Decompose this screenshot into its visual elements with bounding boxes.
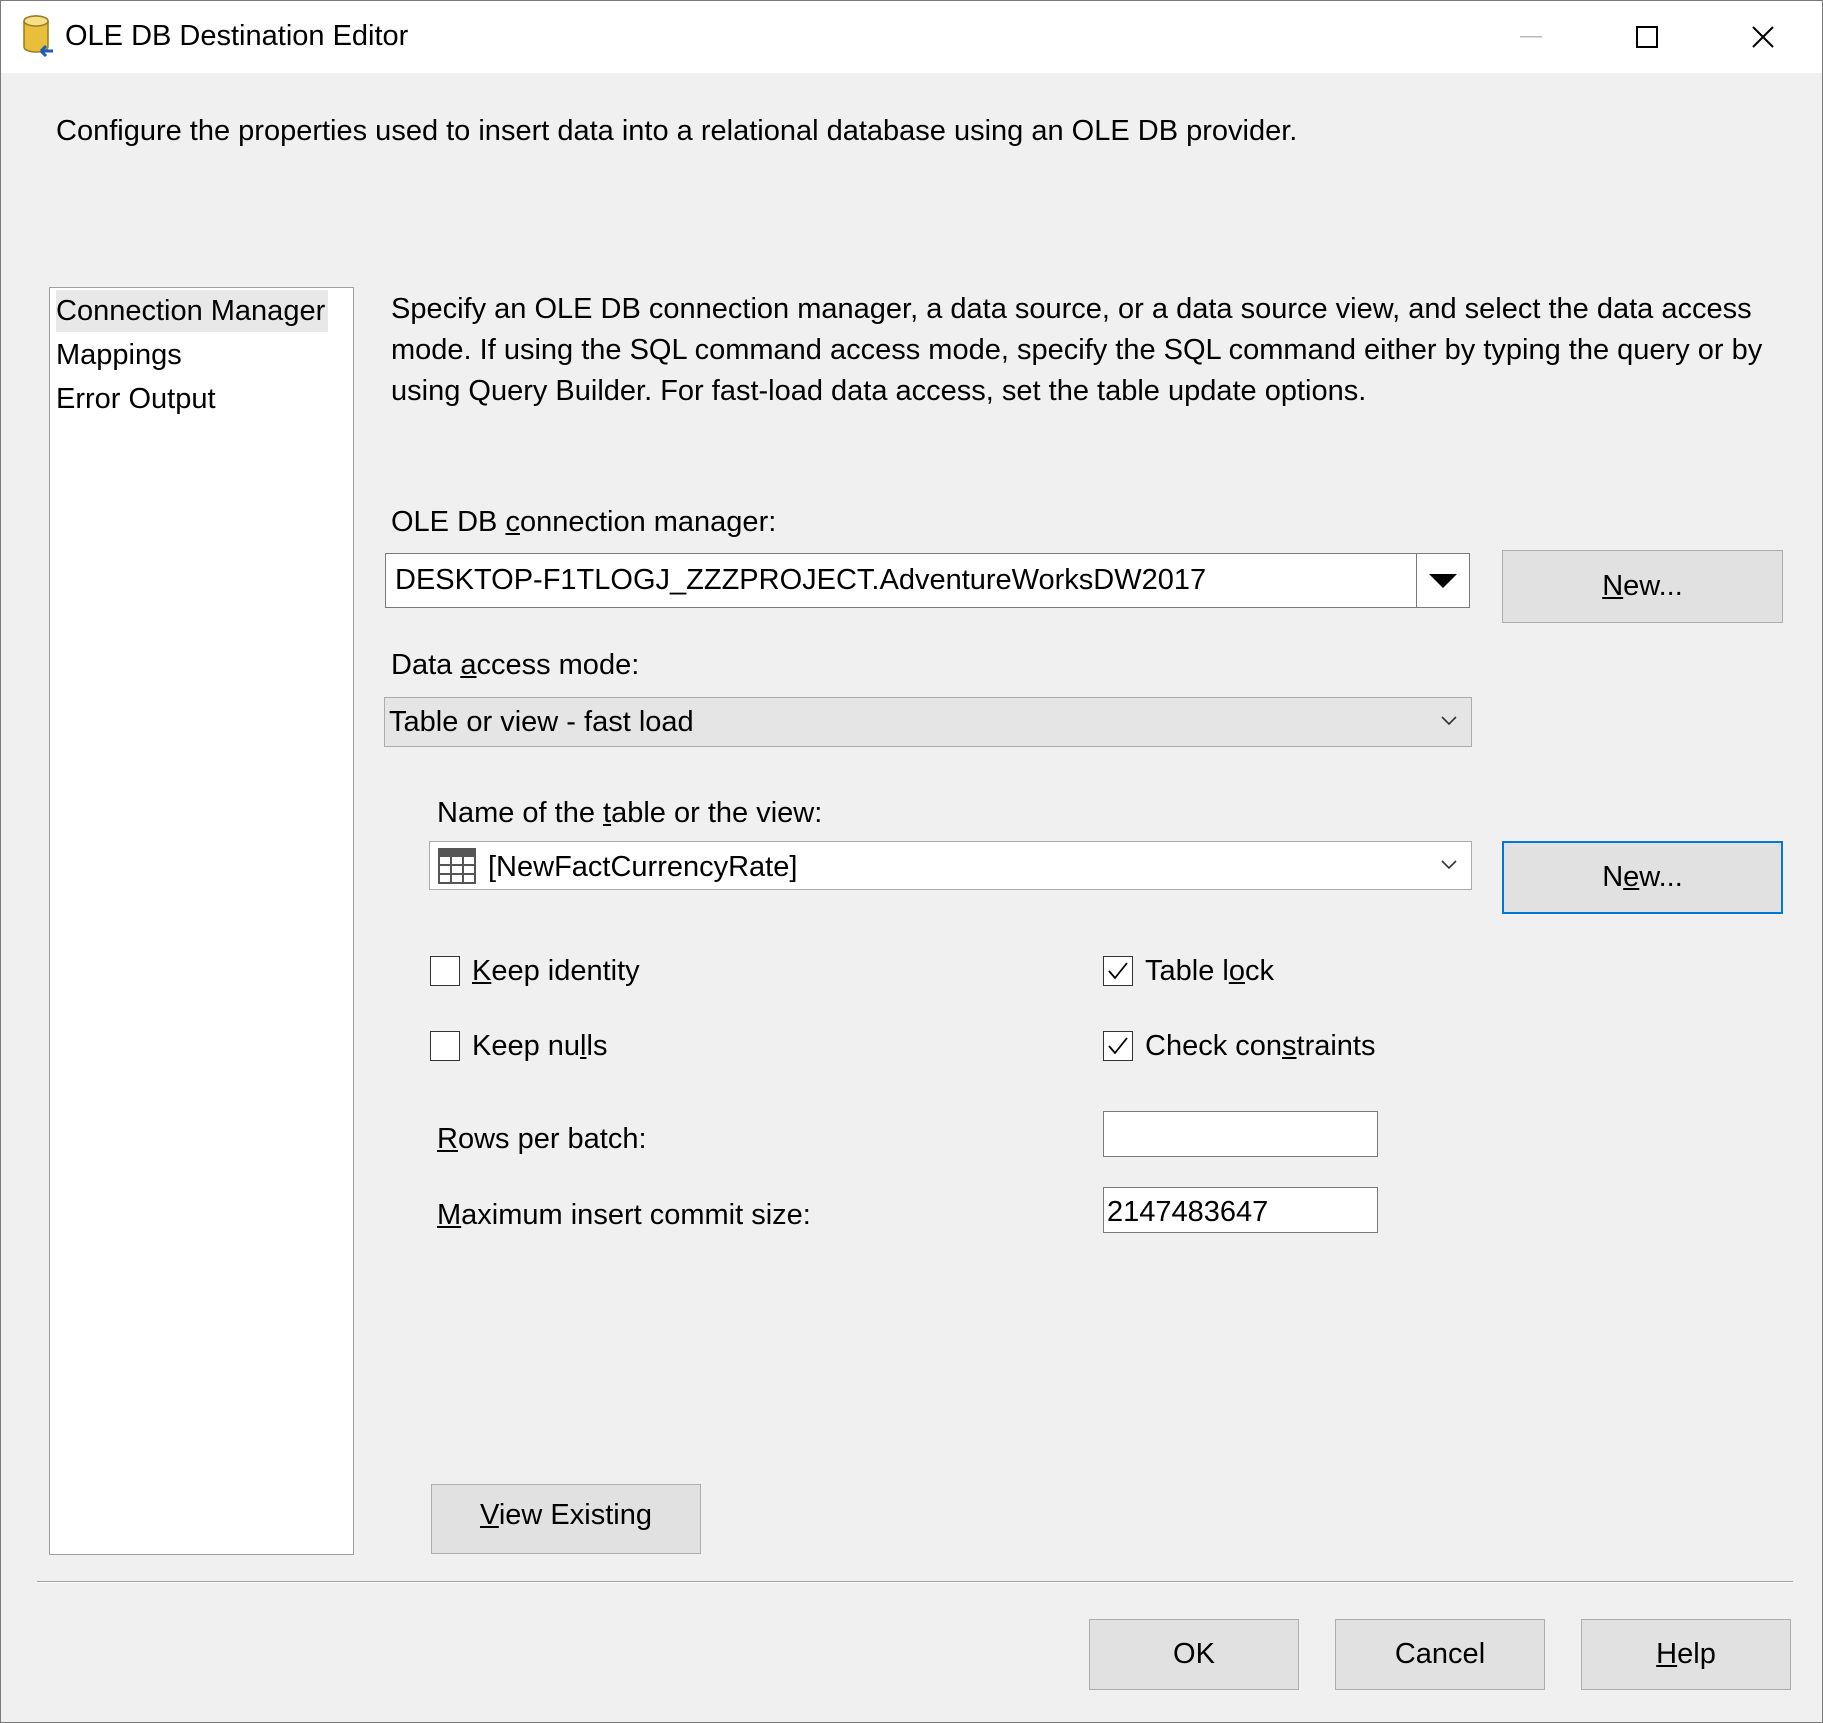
help-button[interactable]: Help (1581, 1619, 1791, 1690)
minimize-icon (1520, 36, 1542, 38)
nav-item-error-output[interactable]: Error Output (56, 378, 219, 420)
rows-per-batch-label: Rows per batch: (437, 1123, 647, 1155)
maximize-icon (1636, 26, 1658, 48)
max-commit-input[interactable]: 2147483647 (1103, 1187, 1378, 1233)
keep-identity-label[interactable]: Keep identity (472, 955, 640, 988)
footer-separator (37, 1581, 1793, 1583)
maximize-button[interactable] (1589, 1, 1705, 73)
table-lock-checkbox[interactable] (1103, 956, 1133, 986)
new-connection-button[interactable]: New... (1502, 550, 1783, 623)
chevron-down-icon (1441, 860, 1457, 870)
database-destination-icon (21, 15, 55, 58)
table-icon (438, 848, 476, 884)
instructions-text: Specify an OLE DB connection manager, a … (391, 293, 1763, 407)
keep-nulls-label[interactable]: Keep nulls (472, 1030, 607, 1063)
ok-button[interactable]: OK (1089, 1619, 1299, 1690)
connection-manager-combo[interactable]: DESKTOP-F1TLOGJ_ZZZPROJECT.AdventureWork… (385, 553, 1470, 608)
keep-nulls-checkbox[interactable] (430, 1031, 460, 1061)
max-commit-value: 2147483647 (1107, 1196, 1269, 1228)
close-button[interactable] (1705, 1, 1821, 73)
table-name-value: [NewFactCurrencyRate] (488, 851, 798, 883)
nav-item-mappings[interactable]: Mappings (56, 334, 185, 376)
cancel-button[interactable]: Cancel (1335, 1619, 1545, 1690)
new-table-button[interactable]: New... (1502, 841, 1783, 914)
page-nav-list: Connection Manager Mappings Error Output (49, 287, 354, 1555)
access-mode-select[interactable]: Table or view - fast load (384, 697, 1472, 747)
chevron-down-icon (1441, 716, 1457, 726)
close-icon (1752, 26, 1774, 48)
dropdown-arrow-icon (1429, 574, 1457, 588)
table-name-label: Name of the table or the view: (437, 797, 823, 829)
check-constraints-label[interactable]: Check constraints (1145, 1030, 1376, 1063)
table-name-combo[interactable]: [NewFactCurrencyRate] (429, 841, 1472, 890)
access-mode-label: Data access mode: (391, 649, 640, 681)
connection-manager-label: OLE DB connection manager: (391, 506, 777, 538)
dialog-window: OLE DB Destination Editor Configure the … (0, 0, 1823, 1723)
window-title: OLE DB Destination Editor (65, 20, 409, 52)
checkmark-icon (1108, 962, 1128, 980)
connection-manager-value: DESKTOP-F1TLOGJ_ZZZPROJECT.AdventureWork… (395, 564, 1207, 596)
checkmark-icon (1108, 1037, 1128, 1055)
title-bar: OLE DB Destination Editor (1, 1, 1822, 73)
rows-per-batch-input[interactable] (1103, 1111, 1378, 1157)
table-lock-label[interactable]: Table lock (1145, 955, 1274, 988)
minimize-button[interactable] (1473, 1, 1589, 73)
connection-dropdown-button[interactable] (1416, 554, 1469, 607)
dialog-description: Configure the properties used to insert … (56, 115, 1298, 147)
keep-identity-checkbox[interactable] (430, 956, 460, 986)
view-existing-button[interactable]: View Existing (431, 1484, 701, 1554)
access-mode-value: Table or view - fast load (389, 706, 694, 738)
check-constraints-checkbox[interactable] (1103, 1031, 1133, 1061)
nav-item-connection-manager[interactable]: Connection Manager (56, 290, 329, 332)
max-commit-label: Maximum insert commit size: (437, 1199, 811, 1231)
